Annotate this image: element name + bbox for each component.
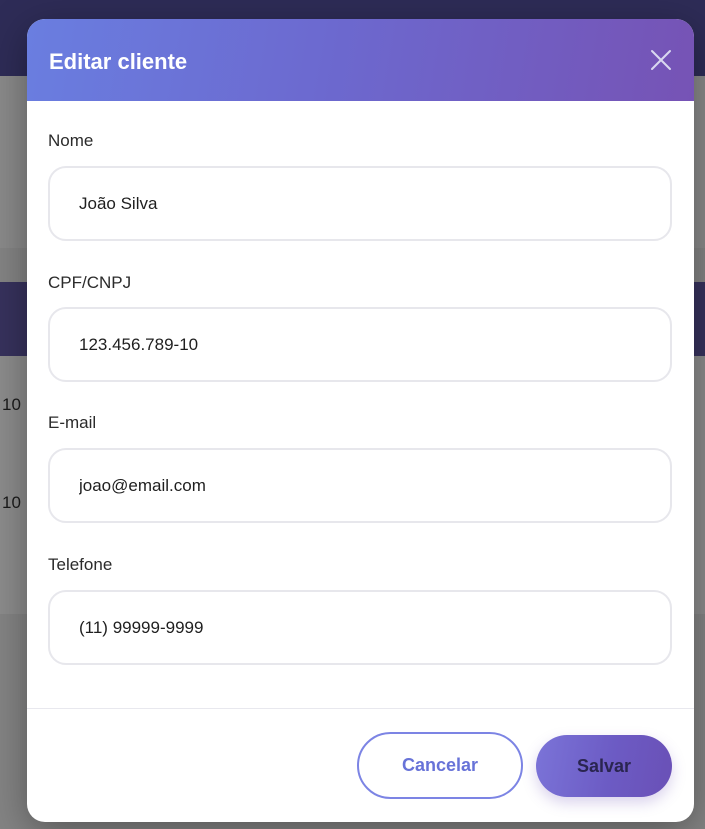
edit-client-modal: Editar cliente Nome CPF/CNPJ E-mail Tele…: [27, 19, 694, 822]
background-row-text: 10: [2, 493, 21, 512]
close-button[interactable]: [647, 46, 675, 74]
email-input[interactable]: [48, 448, 672, 523]
name-label: Nome: [48, 131, 94, 150]
modal-title: Editar cliente: [49, 49, 188, 74]
footer-divider: [27, 708, 694, 709]
modal-header: Editar cliente: [27, 19, 694, 101]
name-input[interactable]: [48, 166, 672, 241]
phone-label: Telefone: [48, 555, 113, 574]
save-button[interactable]: Salvar: [536, 735, 672, 797]
cancel-button[interactable]: Cancelar: [357, 732, 523, 799]
phone-input[interactable]: [48, 590, 672, 665]
cpf-cnpj-label: CPF/CNPJ: [48, 273, 132, 292]
background-row-text: 10: [2, 395, 21, 414]
cpf-cnpj-input[interactable]: [48, 307, 672, 382]
email-label: E-mail: [48, 413, 97, 432]
close-icon: [651, 50, 671, 70]
